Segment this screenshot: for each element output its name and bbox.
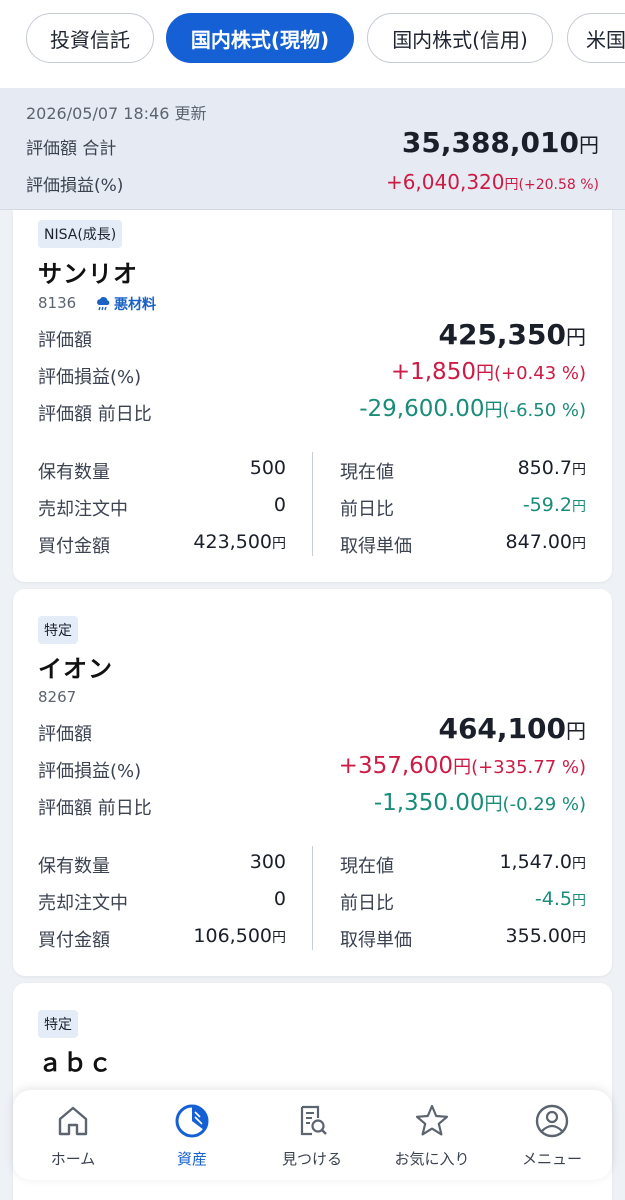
nav-discover[interactable]: 見つける (252, 1098, 372, 1176)
purchase-value: 423,500円 (193, 531, 286, 553)
rain-cloud-icon (97, 297, 110, 311)
price-value: 850.7円 (517, 457, 586, 479)
column-divider (312, 452, 313, 556)
price-change-label: 前日比 (340, 893, 394, 914)
shares-value: 300 (249, 851, 286, 873)
nav-favorites[interactable]: お気に入り (372, 1098, 492, 1176)
tab-investment-trust[interactable]: 投資信託 (26, 13, 154, 63)
unit-cost-label: 取得単価 (340, 930, 412, 951)
day-change-label: 評価額 前日比 (38, 798, 152, 819)
price-label: 現在値 (340, 462, 394, 483)
shares-label: 保有数量 (38, 856, 110, 877)
holding-card[interactable]: NISA(成長) サンリオ 8136 悪材料 評価額 425,350円 評価損益… (13, 210, 612, 582)
tab-domestic-stock-cash[interactable]: 国内株式(現物) (166, 13, 354, 63)
price-change-value: -4.5円 (534, 888, 586, 910)
stock-code: 8267 (38, 688, 77, 706)
gain-value: +357,600円(+335.77 %) (338, 753, 586, 779)
user-icon (535, 1104, 569, 1138)
portfolio-summary: 2026/05/07 18:46 更新 評価額 合計 35,388,010円 評… (0, 88, 625, 210)
stock-name[interactable]: イオン (38, 649, 113, 684)
valuation-value: 425,350円 (438, 318, 586, 351)
purchase-value: 106,500円 (193, 925, 286, 947)
updated-timestamp: 2026/05/07 18:46 更新 (26, 104, 207, 123)
price-change-value: -59.2円 (522, 494, 586, 516)
price-label: 現在値 (340, 856, 394, 877)
selling-label: 売却注文中 (38, 893, 128, 914)
stock-name[interactable]: ａｂｃ (38, 1043, 113, 1078)
valuation-label: 評価額 (38, 724, 92, 745)
tab-us-stock[interactable]: 米国 (567, 13, 625, 63)
gain-label: 評価損益(%) (38, 761, 142, 782)
selling-label: 売却注文中 (38, 499, 128, 520)
nav-menu[interactable]: メニュー (492, 1098, 612, 1176)
selling-value: 0 (273, 494, 286, 516)
account-type-badge: 特定 (38, 1010, 78, 1038)
price-change-label: 前日比 (340, 499, 394, 520)
bad-news-alert[interactable]: 悪材料 (95, 294, 156, 314)
star-icon (415, 1104, 449, 1136)
nav-assets[interactable]: 資産 (132, 1098, 252, 1176)
unit-cost-label: 取得単価 (340, 536, 412, 557)
stock-name[interactable]: サンリオ (38, 254, 138, 289)
nav-home[interactable]: ホーム (13, 1098, 133, 1176)
bottom-navigation: ホーム 資産 見つける お気に入り メニュー (13, 1090, 612, 1180)
account-type-badge: NISA(成長) (38, 220, 123, 248)
shares-value: 500 (249, 457, 286, 479)
gain-value: +1,850円(+0.43 %) (390, 359, 586, 385)
day-change-value: -29,600.00円(-6.50 %) (359, 396, 586, 422)
valuation-label: 評価額 (38, 330, 92, 351)
search-document-icon (300, 1105, 327, 1136)
account-type-badge: 特定 (38, 616, 78, 644)
gain-label: 評価損益(%) (38, 367, 142, 388)
total-gain-label: 評価損益(%) (26, 176, 124, 196)
valuation-value: 464,100円 (438, 712, 586, 745)
holding-card[interactable]: 特定 イオン 8267 評価額 464,100円 評価損益(%) +357,60… (13, 589, 612, 976)
total-valuation-label: 評価額 合計 (26, 139, 117, 159)
pie-chart-icon (175, 1104, 209, 1138)
unit-cost-value: 355.00円 (505, 925, 586, 947)
total-valuation-value: 35,388,010円 (401, 126, 599, 159)
unit-cost-value: 847.00円 (505, 531, 586, 553)
tab-domestic-stock-margin[interactable]: 国内株式(信用) (367, 13, 553, 63)
purchase-label: 買付金額 (38, 930, 110, 951)
purchase-label: 買付金額 (38, 536, 110, 557)
stock-code: 8136 (38, 294, 77, 312)
day-change-value: -1,350.00円(-0.29 %) (373, 790, 586, 816)
selling-value: 0 (273, 888, 286, 910)
column-divider (312, 846, 313, 950)
asset-category-tabs: 投資信託 国内株式(現物) 国内株式(信用) 米国 (0, 0, 625, 88)
shares-label: 保有数量 (38, 462, 110, 483)
home-icon (58, 1106, 88, 1136)
day-change-label: 評価額 前日比 (38, 404, 152, 425)
total-gain-value: +6,040,320円(+20.58 %) (385, 170, 599, 194)
price-value: 1,547.0円 (499, 851, 586, 873)
